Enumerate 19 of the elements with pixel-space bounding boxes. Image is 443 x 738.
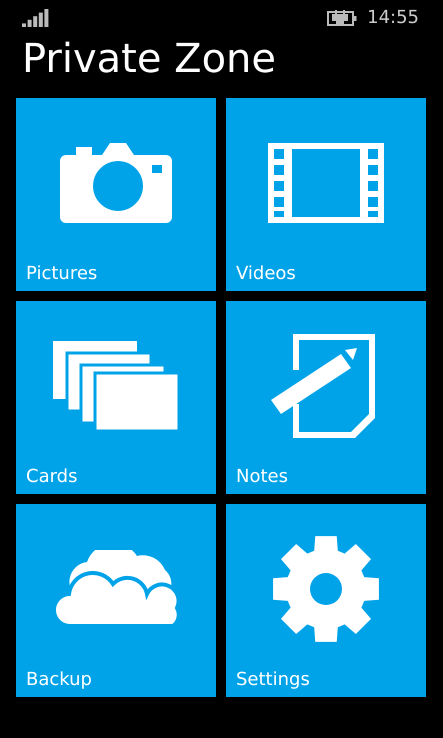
battery-charging-icon bbox=[327, 10, 358, 26]
app-tile[interactable]: Videos bbox=[226, 98, 426, 291]
app-tile[interactable]: Backup bbox=[16, 504, 216, 697]
app-tile[interactable]: Notes bbox=[226, 301, 426, 494]
app-tile[interactable]: Cards bbox=[16, 301, 216, 494]
camera-icon bbox=[60, 143, 172, 224]
tile-label: Cards bbox=[26, 466, 78, 488]
tile-label: Videos bbox=[236, 262, 296, 285]
signal-strength-icon bbox=[22, 8, 50, 26]
tile-label: Settings bbox=[236, 668, 310, 691]
film-strip-icon bbox=[268, 143, 384, 224]
page-title: Private Zone bbox=[21, 39, 278, 79]
tile-label: Notes bbox=[236, 466, 288, 488]
tile-label: Backup bbox=[26, 668, 92, 691]
clock-time: 14:55 bbox=[367, 6, 419, 30]
app-tile[interactable]: Pictures bbox=[16, 98, 216, 291]
tile-label: Pictures bbox=[26, 262, 98, 285]
stacked-cards-icon bbox=[53, 341, 179, 432]
app-tile[interactable]: Settings bbox=[226, 504, 426, 697]
